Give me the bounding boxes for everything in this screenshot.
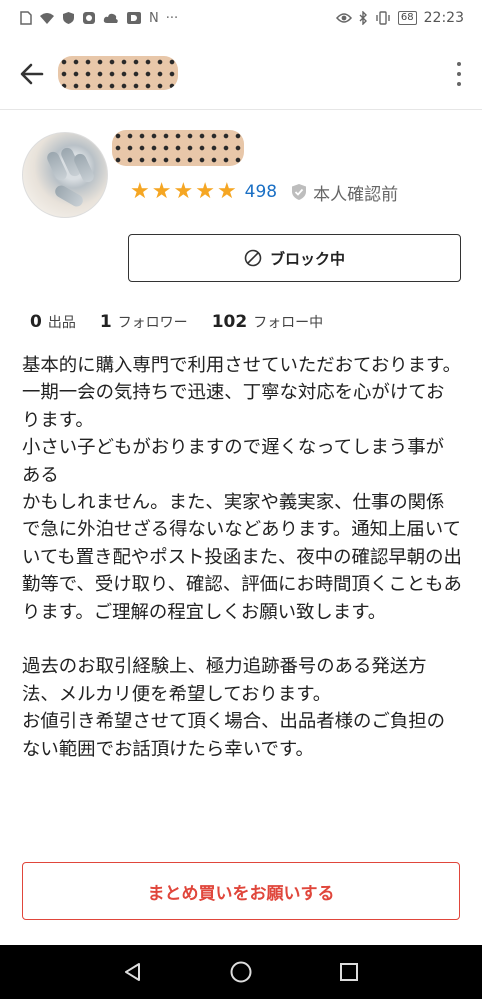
- status-icons-left: N ···: [20, 11, 178, 26]
- verification-label: 本人確認前: [313, 184, 399, 205]
- block-status-button[interactable]: ブロック中: [128, 234, 461, 282]
- shield-icon: [63, 12, 74, 24]
- profile-bio: 基本的に購入専門で利用させていただおております。 一期一会の気持ちで迅速、丁寧な…: [22, 355, 462, 760]
- nav-recents-icon[interactable]: [338, 961, 360, 983]
- stat-listings[interactable]: 0 出品: [30, 312, 76, 332]
- star-icon: ★: [173, 179, 194, 204]
- system-navigation-bar: [0, 945, 482, 999]
- profile-stats: 0 出品 1 フォロワー 102 フォロー中: [30, 312, 347, 332]
- clock: 22:23: [423, 10, 464, 26]
- verification-status: 本人確認前: [291, 180, 398, 205]
- rating-count[interactable]: 498: [245, 182, 277, 202]
- eye-icon: [335, 13, 352, 23]
- arrow-left-icon[interactable]: [18, 60, 46, 88]
- avatar[interactable]: [22, 132, 108, 218]
- rating-stars: ★ ★ ★ ★ ★: [130, 181, 237, 203]
- bottom-action-area: まとめ買いをお願いする: [0, 855, 482, 945]
- battery-icon: 68: [397, 11, 417, 25]
- nav-back-icon[interactable]: [122, 961, 144, 983]
- username-redacted: [58, 56, 178, 90]
- app-icon: [83, 12, 95, 24]
- game-icon: [127, 12, 141, 24]
- star-icon: ★: [195, 179, 215, 204]
- status-icons-right: 68 22:23: [335, 10, 464, 26]
- block-icon: [244, 249, 262, 267]
- display-name-redacted: [112, 130, 244, 166]
- followers-label: フォロワー: [117, 315, 188, 331]
- app-bar: [0, 36, 482, 110]
- listings-count: 0: [30, 312, 42, 332]
- block-label: ブロック中: [269, 249, 345, 268]
- more-vertical-icon[interactable]: [454, 62, 464, 86]
- more-icon: ···: [165, 10, 179, 26]
- rating-row[interactable]: ★ ★ ★ ★ ★ 498 本人確認前: [130, 180, 398, 205]
- verified-shield-icon: [292, 184, 307, 200]
- sim-icon: [20, 11, 32, 25]
- cloud-icon: [103, 13, 118, 23]
- following-label: フォロー中: [253, 315, 324, 331]
- stat-followers[interactable]: 1 フォロワー: [100, 312, 188, 332]
- stat-following[interactable]: 102 フォロー中: [212, 312, 324, 332]
- vibrate-icon: [376, 11, 390, 25]
- star-icon: ★: [216, 179, 237, 204]
- followers-count: 1: [99, 312, 112, 332]
- status-bar: N ··· 68 22:23: [0, 0, 482, 36]
- star-icon: ★: [130, 179, 150, 204]
- following-count: 102: [211, 312, 248, 332]
- bluetooth-icon: [359, 11, 367, 25]
- nav-home-icon[interactable]: [229, 960, 253, 984]
- star-icon: ★: [151, 179, 172, 204]
- listings-label: 出品: [47, 315, 76, 331]
- wifi-icon: [40, 12, 54, 24]
- bundle-purchase-button[interactable]: まとめ買いをお願いする: [22, 862, 460, 920]
- n-icon: N: [149, 10, 159, 26]
